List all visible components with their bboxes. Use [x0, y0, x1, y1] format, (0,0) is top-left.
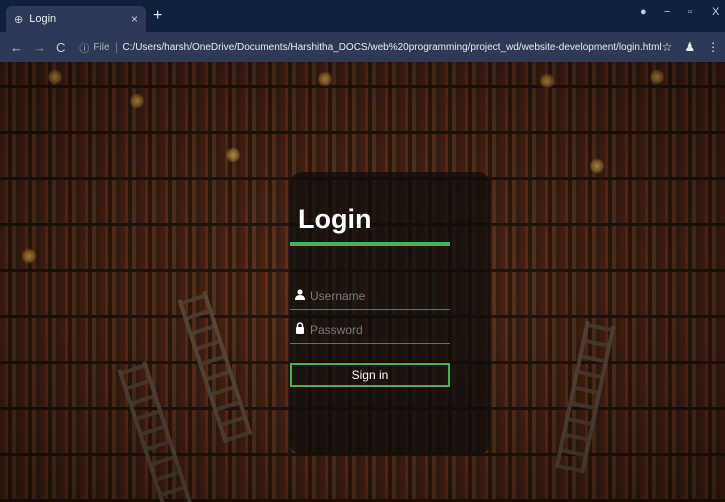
file-label: File — [93, 41, 117, 53]
forward-button[interactable]: → — [33, 40, 46, 55]
star-icon[interactable]: ☆ — [662, 40, 673, 54]
maximize-button[interactable]: ▫ — [688, 6, 692, 18]
globe-icon: ⊕ — [14, 13, 24, 26]
kebab-menu-icon[interactable]: ⋮ — [707, 40, 719, 54]
tab-title: Login — [29, 13, 57, 25]
browser-tab-bar: ⊕ Login × + ● − ▫ X — [0, 0, 725, 32]
page-viewport: Login Sign in — [0, 62, 725, 502]
username-field[interactable] — [290, 282, 450, 310]
password-field[interactable] — [290, 316, 450, 344]
title-underline — [290, 242, 450, 246]
browser-toolbar: ← → C ⓘ File C:/Users/harsh/OneDrive/Doc… — [0, 32, 725, 62]
close-window-button[interactable]: X — [712, 6, 719, 18]
login-title: Login — [298, 204, 372, 234]
login-card: Login Sign in — [290, 172, 490, 454]
url-text[interactable]: C:/Users/harsh/OneDrive/Documents/Harshi… — [123, 42, 662, 53]
minimize-button[interactable]: − — [664, 6, 670, 18]
browser-tab[interactable]: ⊕ Login × — [6, 6, 146, 32]
sign-in-button[interactable]: Sign in — [290, 363, 450, 387]
profile-icon[interactable]: ♟ — [684, 40, 695, 54]
user-icon — [290, 288, 310, 303]
extension-icon[interactable]: ● — [640, 6, 647, 18]
username-input[interactable] — [310, 288, 446, 303]
back-button[interactable]: ← — [10, 40, 23, 55]
password-input[interactable] — [310, 322, 446, 337]
reload-button[interactable]: C — [56, 40, 65, 55]
address-bar[interactable]: ⓘ File C:/Users/harsh/OneDrive/Documents… — [73, 36, 662, 58]
new-tab-button[interactable]: + — [153, 7, 162, 25]
lock-icon — [290, 322, 310, 337]
info-icon[interactable]: ⓘ — [79, 40, 89, 55]
tab-close-icon[interactable]: × — [131, 12, 138, 26]
